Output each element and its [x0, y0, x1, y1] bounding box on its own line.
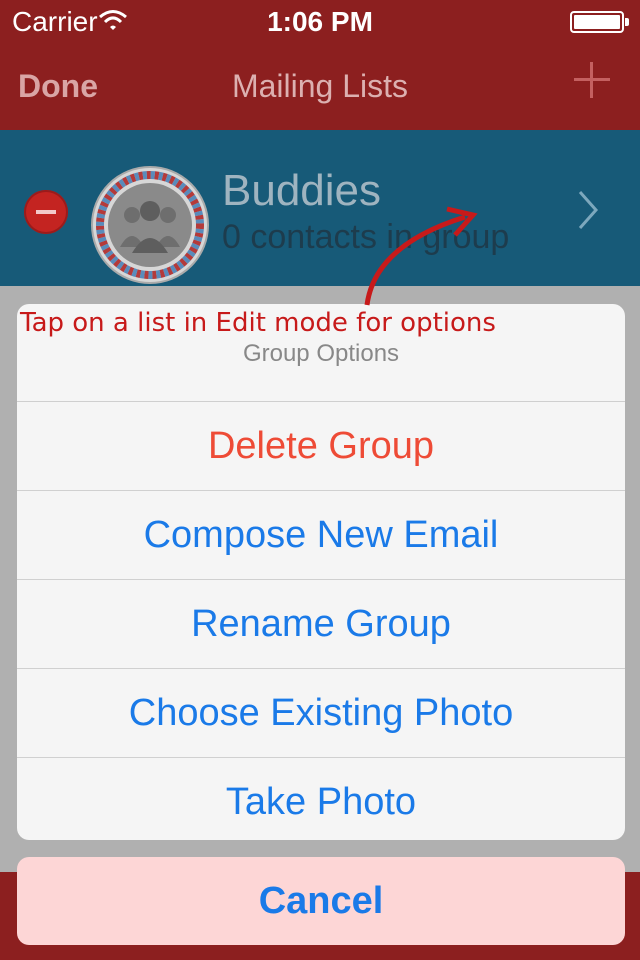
chevron-right-icon: [578, 191, 599, 229]
delete-group-button[interactable]: Delete Group: [17, 402, 625, 491]
tutorial-annotation: Tap on a list in Edit mode for options: [20, 308, 496, 338]
group-row-buddies[interactable]: Buddies 0 contacts in group: [0, 130, 640, 286]
status-bar: Carrier 1:06 PM: [0, 0, 640, 40]
compose-new-email-button[interactable]: Compose New Email: [17, 491, 625, 580]
add-icon[interactable]: [574, 62, 610, 98]
choose-existing-photo-button[interactable]: Choose Existing Photo: [17, 669, 625, 758]
annotation-arrow-icon: [364, 206, 478, 306]
action-sheet: Group Options Delete Group Compose New E…: [17, 304, 625, 840]
take-photo-button[interactable]: Take Photo: [17, 758, 625, 840]
battery-icon: [570, 11, 629, 33]
nav-bar: Done Mailing Lists: [0, 40, 640, 130]
group-avatar-icon: [91, 166, 209, 284]
cancel-button[interactable]: Cancel: [17, 857, 625, 945]
clock: 1:06 PM: [267, 6, 373, 37]
page-title: Mailing Lists: [231, 68, 409, 104]
delete-minus-icon[interactable]: [24, 190, 68, 234]
action-sheet-title: Group Options: [242, 340, 400, 367]
rename-group-button[interactable]: Rename Group: [17, 580, 625, 669]
